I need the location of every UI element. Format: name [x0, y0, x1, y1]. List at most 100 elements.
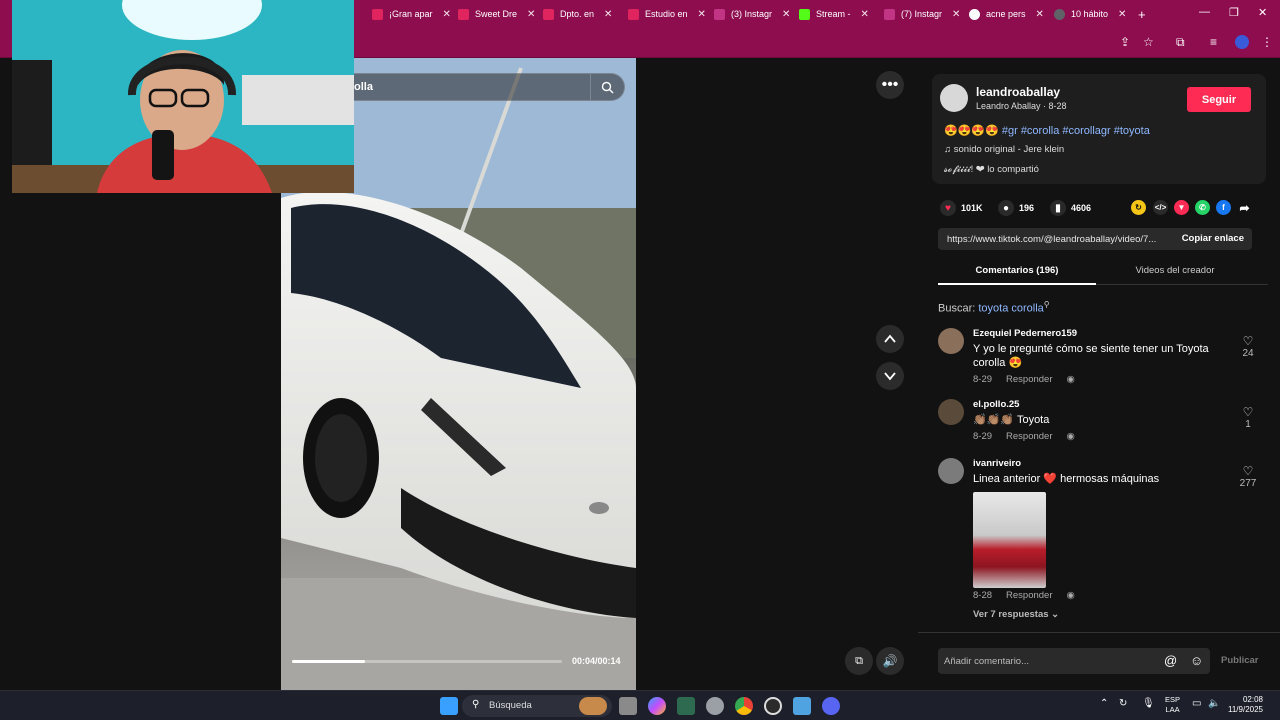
comment-username[interactable]: ivanriveiro — [973, 458, 1021, 469]
send-icon[interactable]: ▼ — [1174, 200, 1189, 215]
maximize-button[interactable]: ❐ — [1229, 6, 1239, 19]
media-control-icon[interactable]: ≡ — [1210, 35, 1217, 49]
settings-gear-icon[interactable] — [706, 697, 724, 715]
repost-icon[interactable]: ↻ — [1131, 200, 1146, 215]
chevron-up-icon[interactable]: ⌃ — [1100, 698, 1108, 709]
sync-icon[interactable]: ↻ — [1119, 698, 1127, 709]
search-icon: ⚲ — [472, 699, 480, 710]
post-caption: 😍😍😍😍 #gr #corolla #corollagr #toyota — [944, 124, 1150, 137]
network-icon[interactable]: ▭ — [1192, 698, 1201, 709]
save-count: 4606 — [1071, 203, 1092, 213]
reply-button[interactable]: Responder — [1006, 374, 1052, 385]
embed-icon[interactable]: </> — [1153, 200, 1168, 215]
tab-favicon-icon — [884, 8, 895, 20]
reply-button[interactable]: Responder — [1006, 431, 1052, 442]
copilot-icon[interactable] — [648, 697, 666, 715]
save-stat[interactable]: ▮ 4606 — [1050, 200, 1091, 216]
search-label: Buscar: — [938, 302, 976, 315]
comment-like[interactable]: ♡ 1 — [1236, 405, 1260, 430]
tab-creator-videos[interactable]: Videos del creador — [1096, 265, 1254, 276]
new-tab-button[interactable]: + — [1138, 4, 1146, 24]
close-window-button[interactable]: ✕ — [1258, 6, 1267, 19]
close-tab-icon[interactable]: ✕ — [604, 9, 612, 20]
comment-like[interactable]: ♡ 24 — [1236, 334, 1260, 359]
search-button[interactable] — [590, 74, 624, 100]
close-tab-icon[interactable]: ✕ — [782, 9, 790, 20]
browser-tab[interactable]: (3) Instagr ✕ — [714, 4, 790, 24]
comment-username[interactable]: Ezequiel Pedernero159 — [973, 328, 1077, 339]
search-suggestion-link[interactable]: toyota corolla — [978, 303, 1043, 315]
comment-input[interactable]: Añadir comentario... @ ☺ — [938, 648, 1210, 674]
more-options-button[interactable]: ••• — [876, 71, 904, 99]
creator-avatar[interactable] — [940, 84, 968, 112]
extensions-icon[interactable]: ⧉ — [1176, 35, 1185, 50]
close-tab-icon[interactable]: ✕ — [527, 9, 535, 20]
bookmark-star-icon[interactable]: ☆ — [1143, 35, 1154, 49]
search-icon: ⚲ — [1043, 300, 1050, 309]
browser-tab[interactable]: ¡Gran apar ✕ — [372, 4, 451, 24]
share-arrow-icon[interactable]: ➦ — [1237, 200, 1252, 215]
calculator-icon[interactable] — [677, 697, 695, 715]
browser-tab[interactable]: Dpto. en ✕ — [543, 4, 612, 24]
browser-tab[interactable]: acne pers ✕ — [969, 4, 1044, 24]
publish-button[interactable]: Publicar — [1221, 655, 1259, 666]
pip-button[interactable]: ⧉ — [845, 647, 873, 675]
like-stat[interactable]: ♥ 101K — [940, 200, 983, 216]
comment-avatar[interactable] — [938, 328, 964, 354]
browser-tab[interactable]: Stream - ✕ — [799, 4, 869, 24]
close-tab-icon[interactable]: ✕ — [443, 9, 451, 20]
close-tab-icon[interactable]: ✕ — [1118, 9, 1126, 20]
install-app-icon[interactable]: ⇪ — [1120, 35, 1130, 49]
tab-comments[interactable]: Comentarios (196) — [938, 265, 1096, 276]
profile-avatar[interactable] — [1235, 35, 1249, 49]
language-indicator[interactable]: ESP LAA — [1165, 695, 1180, 715]
previous-video-button[interactable] — [876, 325, 904, 353]
chrome-icon[interactable] — [735, 697, 753, 715]
close-tab-icon[interactable]: ✕ — [861, 9, 869, 20]
facebook-icon[interactable]: f — [1216, 200, 1231, 215]
minimize-button[interactable]: — — [1199, 6, 1210, 18]
browser-tab[interactable]: Sweet Dre ✕ — [458, 4, 535, 24]
discord-icon[interactable] — [822, 697, 840, 715]
sound-link[interactable]: ♫ sonido original - Jere klein — [944, 144, 1064, 155]
close-tab-icon[interactable]: ✕ — [698, 9, 706, 20]
task-view-icon[interactable] — [619, 697, 637, 715]
close-tab-icon[interactable]: ✕ — [952, 9, 960, 20]
comment-image-attachment[interactable] — [973, 492, 1046, 588]
microphone-icon[interactable]: 🎙 — [1142, 698, 1155, 709]
volume-icon[interactable]: 🔈 — [1208, 698, 1220, 709]
comment-like[interactable]: ♡ 277 — [1236, 464, 1260, 489]
reply-button[interactable]: Responder — [1006, 590, 1052, 601]
taskbar-search[interactable]: ⚲ Búsqueda — [462, 695, 612, 717]
post-link-text[interactable]: https://www.tiktok.com/@leandroaballay/v… — [947, 234, 1165, 245]
emoji-icon[interactable]: ☺ — [1190, 653, 1203, 668]
browser-tab[interactable]: (7) Instagr ✕ — [884, 4, 960, 24]
comment-avatar[interactable] — [938, 399, 964, 425]
system-clock[interactable]: 02:08 11/9/2025 — [1228, 695, 1263, 715]
close-tab-icon[interactable]: ✕ — [1036, 9, 1044, 20]
bookmark-icon: ▮ — [1050, 200, 1066, 216]
comment-item: ivanriveiro Linea anterior ❤️ hermosas m… — [938, 458, 1268, 628]
browser-tab[interactable]: 10 hábito ✕ — [1054, 4, 1126, 24]
browser-tab[interactable]: Estudio en ✕ — [628, 4, 706, 24]
creator-username[interactable]: leandroaballay — [976, 85, 1060, 99]
obs-icon[interactable] — [764, 697, 782, 715]
follow-button[interactable]: Seguir — [1187, 87, 1251, 112]
whatsapp-icon[interactable]: ✆ — [1195, 200, 1210, 215]
search-bar[interactable]: olla — [341, 73, 625, 101]
search-input[interactable]: olla — [354, 81, 373, 93]
video-progress-bar[interactable] — [292, 660, 562, 663]
browser-menu-icon[interactable]: ⋮ — [1261, 35, 1273, 49]
volume-button[interactable]: 🔊 — [876, 647, 904, 675]
notepad-icon[interactable] — [793, 697, 811, 715]
tab-label: Sweet Dre — [475, 9, 518, 19]
caption-hashtags[interactable]: #gr #corolla #corollagr #toyota — [1002, 125, 1150, 137]
windows-start-icon[interactable] — [440, 697, 458, 715]
comment-avatar[interactable] — [938, 458, 964, 484]
view-replies-button[interactable]: Ver 7 respuestas ⌄ — [973, 609, 1059, 620]
comment-username[interactable]: el.pollo.25 — [973, 399, 1019, 410]
mention-icon[interactable]: @ — [1164, 653, 1177, 668]
comment-stat[interactable]: ● 196 — [998, 200, 1034, 216]
copy-link-button[interactable]: Copiar enlace — [1182, 233, 1244, 244]
next-video-button[interactable] — [876, 362, 904, 390]
